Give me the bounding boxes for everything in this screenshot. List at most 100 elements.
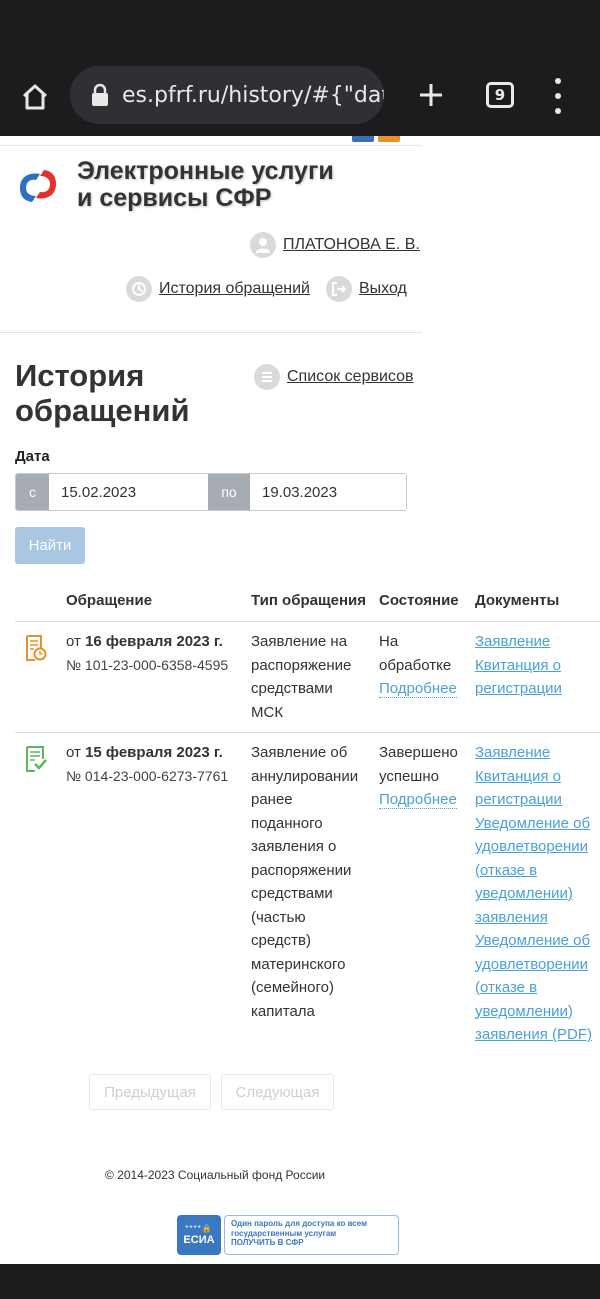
status-bar bbox=[0, 0, 600, 56]
request-type-line: (семейного) bbox=[251, 979, 334, 996]
document-link[interactable]: Заявление bbox=[475, 630, 600, 654]
logout-link[interactable]: Выход bbox=[359, 280, 407, 298]
document-link[interactable]: заявления (PDF) bbox=[475, 1023, 600, 1047]
date-range: с 15.02.2023 по 19.03.2023 bbox=[15, 473, 407, 511]
accessibility-button[interactable] bbox=[352, 136, 374, 142]
copyright: © 2014-2023 Социальный фонд России bbox=[105, 1168, 326, 1182]
request-type-line: средствами bbox=[251, 885, 333, 902]
document-link[interactable]: заявления bbox=[475, 906, 600, 930]
document-link[interactable]: регистрации bbox=[475, 788, 600, 812]
column-header-status: Состояние bbox=[379, 592, 459, 609]
request-date-prefix: от bbox=[66, 744, 86, 761]
document-link[interactable]: удовлетворении bbox=[475, 953, 600, 977]
request-type-line: аннулировании bbox=[251, 767, 359, 785]
tab-switcher-button[interactable]: 9 bbox=[486, 82, 514, 108]
date-to-prefix: по bbox=[208, 474, 250, 510]
details-link[interactable]: Подробнее bbox=[379, 680, 457, 698]
date-from-input[interactable]: 15.02.2023 bbox=[49, 474, 208, 510]
prev-page-button[interactable]: Предыдущая bbox=[89, 1074, 211, 1110]
request-documents: Заявление Квитанция о регистрации Уведом… bbox=[475, 741, 600, 1047]
logout-nav[interactable]: Выход bbox=[326, 276, 407, 302]
web-page: Электронные услуги и сервисы СФР ПЛАТОНО… bbox=[0, 136, 600, 1264]
esia-line: государственным услугам bbox=[231, 1228, 337, 1238]
page-title-line-1: История bbox=[15, 358, 145, 393]
lock-icon bbox=[92, 83, 108, 106]
column-header-request: Обращение bbox=[66, 592, 153, 609]
document-check-icon bbox=[26, 746, 47, 772]
date-to-input[interactable]: 19.03.2023 bbox=[250, 474, 406, 510]
request-type-line: капитала bbox=[251, 1002, 315, 1020]
page-title-line-2: обращений bbox=[15, 393, 190, 428]
details-link[interactable]: Подробнее bbox=[379, 791, 457, 809]
request-status: Завершено успешно Подробнее bbox=[379, 741, 473, 812]
document-link[interactable]: Заявление bbox=[475, 741, 600, 765]
request-type-line: МСК bbox=[251, 703, 284, 721]
user-name-link[interactable]: ПЛАТОНОВА Е. В. bbox=[283, 236, 420, 254]
history-icon bbox=[126, 276, 152, 302]
request-status: На обработке Подробнее bbox=[379, 630, 473, 701]
user-profile[interactable]: ПЛАТОНОВА Е. В. bbox=[250, 232, 420, 258]
request-type-line: средствами bbox=[251, 680, 333, 697]
browser-menu-button[interactable] bbox=[548, 78, 568, 114]
request-info: от 15 февраля 2023 г. № 014-23-000-6273-… bbox=[66, 741, 246, 788]
menu-dot-icon bbox=[555, 78, 561, 84]
find-button[interactable]: Найти bbox=[15, 527, 85, 564]
esia-line: ПОЛУЧИТЬ В СФР bbox=[231, 1238, 304, 1247]
document-clock-icon bbox=[26, 635, 47, 661]
request-type: Заявление об аннулировании ранее поданно… bbox=[251, 741, 376, 1023]
esia-word: ЕСИА bbox=[183, 1233, 215, 1246]
header-divider bbox=[0, 332, 422, 333]
request-type-line: ранее bbox=[251, 791, 293, 808]
next-page-button[interactable]: Следующая bbox=[221, 1074, 334, 1110]
home-icon bbox=[22, 84, 48, 110]
feedback-button[interactable] bbox=[378, 136, 400, 142]
services-nav[interactable]: Список сервисов bbox=[254, 364, 414, 390]
date-label: Дата bbox=[15, 448, 50, 465]
address-bar[interactable]: es.pfrf.ru/history/#{"date bbox=[70, 66, 384, 124]
request-type-line: распоряжение bbox=[251, 656, 352, 674]
document-link[interactable]: уведомлении) bbox=[475, 882, 600, 906]
request-type-line: распоряжении bbox=[251, 861, 352, 879]
sfr-logo-icon[interactable] bbox=[14, 166, 62, 206]
request-date: 16 февраля 2023 г. bbox=[85, 633, 223, 650]
request-type-line: Заявление об bbox=[251, 744, 348, 761]
esia-line: Один пароль для доступа ко всем bbox=[231, 1219, 368, 1228]
document-link[interactable]: (отказе в bbox=[475, 859, 600, 883]
esia-text: Один пароль для доступа ко всем государс… bbox=[224, 1215, 399, 1255]
request-date: 15 февраля 2023 г. bbox=[85, 744, 223, 761]
request-type-line: Заявление на bbox=[251, 633, 348, 650]
request-type-line: средств) bbox=[251, 932, 311, 949]
document-link[interactable]: Квитанция о bbox=[475, 654, 600, 678]
new-tab-button[interactable] bbox=[412, 76, 450, 114]
services-link[interactable]: Список сервисов bbox=[287, 368, 414, 386]
table-header-divider bbox=[15, 621, 600, 622]
page-title: История обращений bbox=[15, 358, 235, 428]
document-link[interactable]: Уведомление об bbox=[475, 929, 600, 953]
document-link[interactable]: удовлетворении bbox=[475, 835, 600, 859]
list-icon bbox=[254, 364, 280, 390]
menu-dot-icon bbox=[555, 93, 561, 99]
request-documents: Заявление Квитанция о регистрации bbox=[475, 630, 600, 701]
logout-icon bbox=[326, 276, 352, 302]
esia-logo: ****🔒 ЕСИА bbox=[177, 1215, 221, 1255]
history-link[interactable]: История обращений bbox=[159, 280, 310, 298]
document-link[interactable]: уведомлении) bbox=[475, 1000, 600, 1024]
request-number: № 014-23-000-6273-7761 bbox=[66, 767, 229, 784]
menu-dot-icon bbox=[555, 108, 561, 114]
column-header-type: Тип обращения bbox=[251, 592, 367, 609]
column-header-documents: Документы bbox=[475, 592, 560, 609]
request-type-line: поданного bbox=[251, 814, 323, 832]
document-link[interactable]: Уведомление об bbox=[475, 812, 600, 836]
esia-banner[interactable]: ****🔒 ЕСИА Один пароль для доступа ко вс… bbox=[177, 1215, 399, 1255]
document-link[interactable]: регистрации bbox=[475, 677, 600, 701]
history-nav[interactable]: История обращений bbox=[126, 276, 310, 302]
brand-title[interactable]: Электронные услуги и сервисы СФР bbox=[77, 158, 334, 212]
system-navigation-bar bbox=[0, 1264, 600, 1299]
status-line: Завершено bbox=[379, 744, 458, 761]
request-type-line: материнского bbox=[251, 955, 346, 973]
document-link[interactable]: (отказе в bbox=[475, 976, 600, 1000]
document-link[interactable]: Квитанция о bbox=[475, 765, 600, 789]
request-type-line: заявления о bbox=[251, 838, 337, 855]
home-button[interactable] bbox=[16, 78, 54, 116]
user-icon bbox=[250, 232, 276, 258]
